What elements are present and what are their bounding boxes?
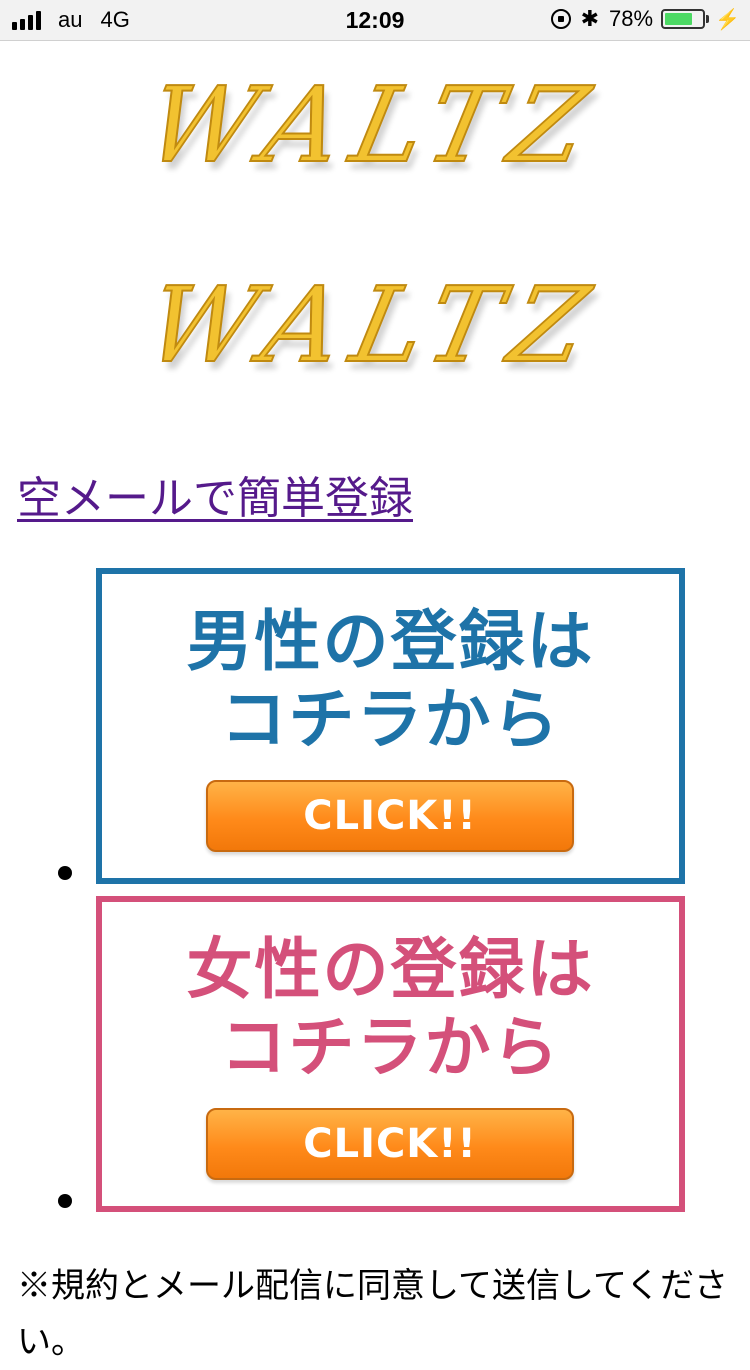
- battery-percent: 78%: [609, 6, 654, 31]
- click-button[interactable]: CLICK!!: [206, 780, 574, 852]
- list-bullet: [58, 866, 72, 880]
- female-register-banner[interactable]: 女性の登録は コチラから CLICK!!: [96, 896, 685, 1212]
- banner-title: 女性の登録は: [186, 931, 595, 1008]
- rotation-lock-icon: [550, 9, 571, 29]
- banner-title: 男性の登録は: [186, 603, 595, 680]
- consent-notice: ※規約とメール配信に同意して送信してください。: [17, 1266, 728, 1362]
- empty-mail-register-link[interactable]: 空メールで簡単登録: [17, 462, 413, 526]
- male-register-banner[interactable]: 男性の登録は コチラから CLICK!!: [96, 568, 685, 884]
- logo-text: WALTZ: [137, 263, 614, 387]
- banner-subtitle: コチラから: [220, 681, 561, 758]
- battery-cap: [706, 15, 710, 23]
- waltz-logo: WALTZ: [137, 63, 614, 187]
- battery-icon: [661, 9, 706, 29]
- status-right: ✱ 78% ⚡: [550, 6, 740, 32]
- waltz-logo-secondary[interactable]: WALTZ: [137, 263, 614, 387]
- charging-bolt-icon: ⚡: [715, 8, 740, 31]
- logo-text: WALTZ: [137, 63, 614, 187]
- click-button[interactable]: CLICK!!: [206, 1108, 574, 1180]
- bluetooth-icon: ✱: [580, 6, 600, 31]
- status-bar: au 4G 12:09 ✱ 78% ⚡: [0, 0, 750, 41]
- battery-fill: [665, 13, 693, 25]
- banner-subtitle: コチラから: [220, 1009, 561, 1086]
- list-bullet: [58, 1194, 72, 1208]
